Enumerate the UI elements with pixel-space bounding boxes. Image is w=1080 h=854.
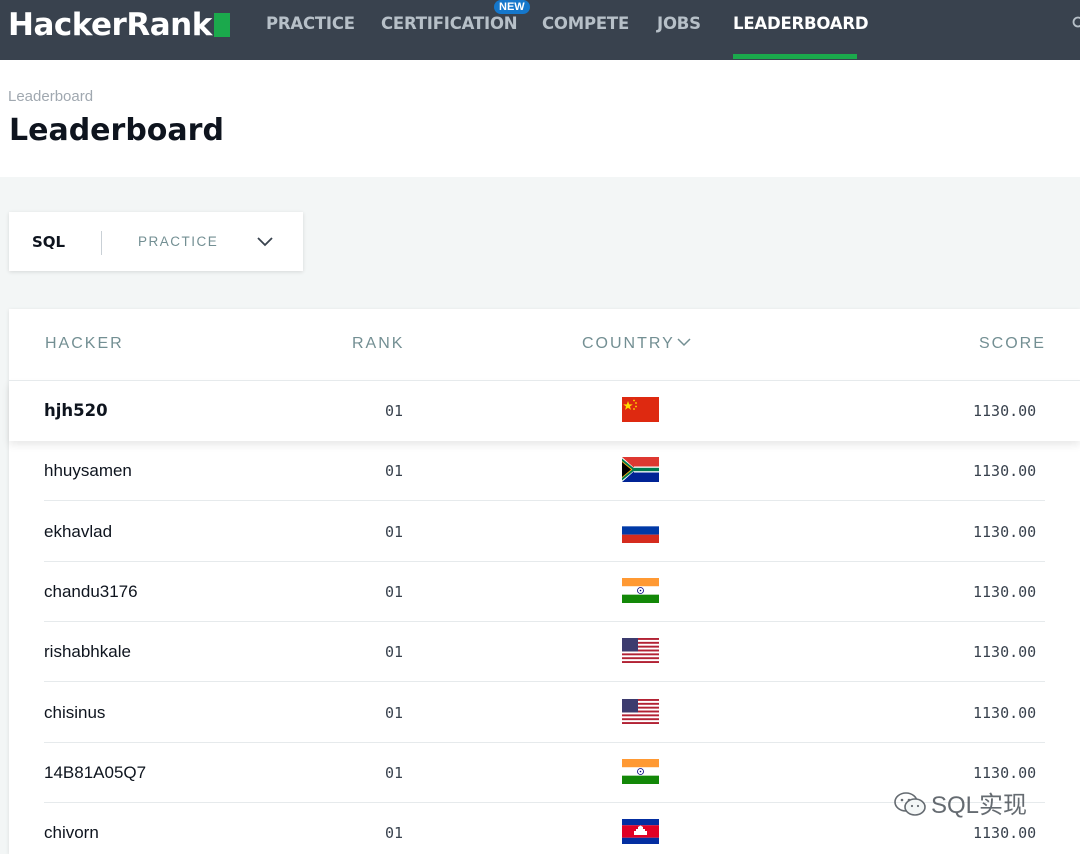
cambodia-flag	[622, 819, 659, 844]
hacker-name[interactable]: chandu3176	[44, 582, 138, 602]
breadcrumb[interactable]: Leaderboard	[8, 88, 93, 105]
nav-item-jobs[interactable]: JOBS	[657, 14, 701, 33]
search-icon[interactable]	[1072, 16, 1080, 33]
india-flag	[622, 759, 659, 784]
logo-mark-icon	[213, 13, 230, 37]
score-value: 1130.00	[973, 703, 1037, 722]
nav-item-compete[interactable]: COMPETE	[542, 14, 629, 33]
nav-item-certification[interactable]: CERTIFICATION	[381, 14, 518, 33]
usa-flag	[622, 638, 659, 663]
hackerrank-logo[interactable]: HackerRank	[8, 7, 230, 43]
south-africa-flag	[622, 457, 659, 482]
new-badge: NEW	[494, 0, 530, 14]
table-row: chandu3176 01 1130.00	[0, 562, 1080, 622]
mode-select[interactable]: PRACTICE	[138, 234, 218, 249]
table-row: hhuysamen 01 1130.00	[0, 441, 1080, 502]
rank-value: 01	[385, 582, 404, 601]
table-row: ekhavlad 01 1130.00	[0, 502, 1080, 562]
score-value: 1130.00	[973, 522, 1037, 541]
logo-text: HackerRank	[8, 7, 212, 43]
watermark-text: SQL实现	[931, 792, 1028, 819]
column-header-hacker: HACKER	[45, 335, 124, 352]
hacker-name[interactable]: hjh520	[44, 401, 108, 420]
hacker-name[interactable]: ekhavlad	[44, 522, 112, 542]
nav-item-practice[interactable]: PRACTICE	[266, 14, 355, 33]
page-title: Leaderboard	[9, 113, 224, 148]
india-flag	[622, 578, 659, 603]
score-value: 1130.00	[973, 582, 1037, 601]
active-nav-indicator	[733, 54, 857, 59]
rank-value: 01	[385, 643, 404, 662]
rank-value: 01	[385, 522, 404, 541]
score-value: 1130.00	[973, 824, 1037, 843]
table-row: rishabhkale 01 1130.00	[0, 622, 1080, 683]
filter-divider	[101, 231, 102, 255]
russia-flag	[622, 518, 659, 543]
table-row: chisinus 01 1130.00	[0, 683, 1080, 743]
page-header: Leaderboard Leaderboard	[0, 60, 1080, 177]
watermark: SQL实现	[893, 785, 1027, 820]
hacker-name[interactable]: rishabhkale	[44, 642, 131, 662]
score-value: 1130.00	[973, 402, 1037, 420]
column-header-score: SCORE	[979, 335, 1046, 352]
table-row-current-user: hjh520 01 1130.00	[9, 381, 1080, 441]
rank-value: 01	[385, 703, 404, 722]
column-header-rank: RANK	[352, 335, 405, 352]
rank-value: 01	[385, 462, 404, 481]
usa-flag	[622, 699, 659, 724]
track-filter: SQL PRACTICE	[9, 212, 303, 271]
hacker-name[interactable]: chisinus	[44, 703, 105, 723]
column-header-country[interactable]: COUNTRY	[582, 335, 691, 353]
chevron-down-icon[interactable]	[256, 234, 274, 247]
china-flag	[622, 397, 659, 422]
hacker-name[interactable]: hhuysamen	[44, 461, 132, 481]
hacker-name[interactable]: 14B81A05Q7	[44, 763, 146, 783]
score-value: 1130.00	[973, 462, 1037, 481]
score-value: 1130.00	[973, 643, 1037, 662]
chevron-down-icon	[677, 338, 691, 347]
track-label: SQL	[32, 233, 66, 251]
rank-value: 01	[385, 402, 404, 420]
rank-value: 01	[385, 763, 404, 782]
rank-value: 01	[385, 824, 404, 843]
top-navigation: HackerRank PRACTICE CERTIFICATION NEW CO…	[0, 0, 1080, 60]
column-header-country-label: COUNTRY	[582, 335, 675, 352]
wechat-icon	[894, 792, 926, 816]
hacker-name[interactable]: chivorn	[44, 823, 99, 843]
nav-item-leaderboard[interactable]: LEADERBOARD	[733, 14, 869, 33]
score-value: 1130.00	[973, 763, 1037, 782]
